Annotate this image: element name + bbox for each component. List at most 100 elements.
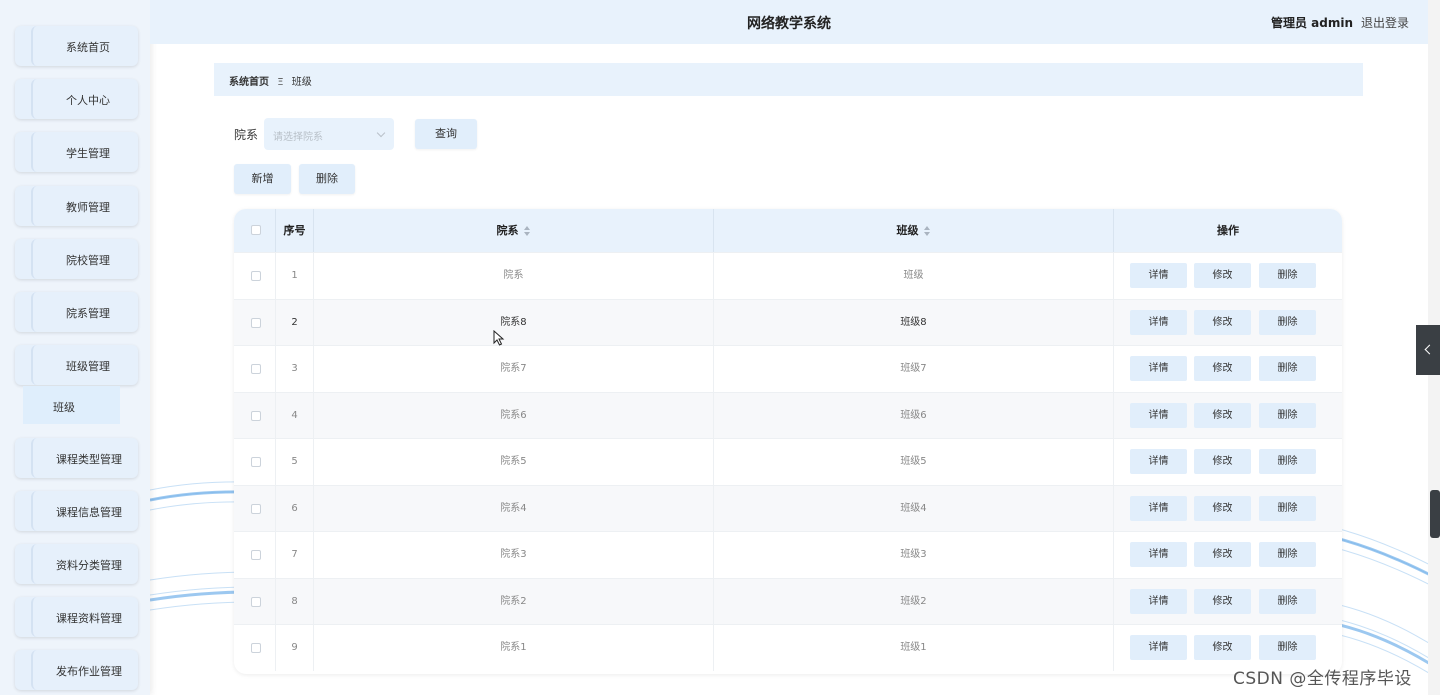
select-all-checkbox[interactable]	[251, 225, 261, 235]
scrollbar-thumb[interactable]	[1430, 490, 1440, 538]
breadcrumb-home[interactable]: 系统首页	[229, 77, 269, 88]
row-class: 班级5	[714, 439, 1114, 485]
row-class: 班级8	[714, 299, 1114, 346]
delete-button[interactable]: 删除	[1259, 495, 1316, 521]
app-title: 网络教学系统	[747, 16, 831, 32]
table-row[interactable]: 5 院系5 班级5 详情 修改 删除	[234, 438, 1342, 485]
detail-button[interactable]: 详情	[1130, 588, 1187, 614]
sidebar-item-departments[interactable]: 院系管理	[15, 292, 138, 332]
sidebar-item-label: 课程信息管理	[56, 506, 122, 519]
detail-button[interactable]: 详情	[1130, 495, 1187, 521]
batch-delete-button[interactable]: 删除	[299, 164, 355, 194]
sidebar-item-teachers[interactable]: 教师管理	[15, 186, 138, 226]
edit-button[interactable]: 修改	[1194, 402, 1251, 428]
collapse-panel-button[interactable]	[1416, 325, 1440, 375]
detail-button[interactable]: 详情	[1130, 635, 1187, 660]
delete-button[interactable]: 删除	[1259, 588, 1316, 614]
header-class-label: 班级	[896, 224, 919, 237]
row-actions: 详情 修改 删除	[1114, 300, 1342, 346]
add-button[interactable]: 新增	[234, 164, 291, 194]
class-table: 序号 院系 班级 操作 1 院系 班级 详情 修改 删除 2 院系8 班级8 详情 修改 删除 3 院系7…	[234, 209, 1342, 674]
sidebar-item-schools[interactable]: 院校管理	[15, 239, 138, 279]
row-checkbox[interactable]	[251, 457, 261, 467]
row-checkbox[interactable]	[251, 364, 261, 374]
sidebar-item-course-materials[interactable]: 课程资料管理	[15, 597, 138, 637]
row-class: 班级2	[714, 578, 1114, 625]
detail-button[interactable]: 详情	[1130, 402, 1187, 428]
table-row[interactable]: 7 院系3 班级3 详情 修改 删除	[234, 531, 1342, 578]
row-checkbox[interactable]	[251, 643, 261, 653]
table-row[interactable]: 1 院系 班级 详情 修改 删除	[234, 252, 1342, 299]
table-row[interactable]: 2 院系8 班级8 详情 修改 删除	[234, 298, 1342, 346]
row-department: 院系3	[314, 532, 714, 578]
logout-button[interactable]: 退出登录	[1361, 14, 1409, 31]
sort-icon[interactable]	[923, 226, 931, 236]
detail-button[interactable]: 详情	[1130, 449, 1187, 474]
table-row[interactable]: 6 院系4 班级4 详情 修改 删除	[234, 484, 1342, 532]
delete-button[interactable]: 删除	[1259, 635, 1316, 660]
edit-button[interactable]: 修改	[1194, 309, 1251, 335]
mouse-cursor-icon	[493, 330, 505, 346]
delete-button[interactable]: 删除	[1259, 263, 1316, 288]
detail-button[interactable]: 详情	[1130, 542, 1187, 567]
sidebar-item-profile[interactable]: 个人中心	[15, 79, 138, 119]
sidebar-item-homework[interactable]: 发布作业管理	[15, 650, 138, 690]
row-select-cell	[234, 346, 276, 392]
edit-button[interactable]: 修改	[1194, 588, 1251, 614]
sort-icon[interactable]	[523, 226, 531, 236]
edit-button[interactable]: 修改	[1194, 495, 1251, 521]
row-class: 班级6	[714, 392, 1114, 439]
sidebar-item-material-categories[interactable]: 资料分类管理	[15, 544, 138, 584]
table-row[interactable]: 8 院系2 班级2 详情 修改 删除	[234, 577, 1342, 625]
sidebar-item-label: 个人中心	[66, 94, 110, 107]
query-button[interactable]: 查询	[415, 119, 477, 149]
sidebar-item-course-types[interactable]: 课程类型管理	[15, 438, 138, 478]
row-class: 班级1	[714, 625, 1114, 671]
row-actions: 详情 修改 删除	[1114, 393, 1342, 439]
delete-button[interactable]: 删除	[1259, 309, 1316, 335]
row-actions: 详情 修改 删除	[1114, 532, 1342, 578]
delete-button[interactable]: 删除	[1259, 542, 1316, 567]
edit-button[interactable]: 修改	[1194, 542, 1251, 567]
row-actions: 详情 修改 删除	[1114, 579, 1342, 625]
edit-button[interactable]: 修改	[1194, 449, 1251, 474]
sidebar-item-classes[interactable]: 班级管理	[15, 345, 138, 385]
department-select[interactable]: 请选择院系	[264, 118, 394, 150]
row-actions: 详情 修改 删除	[1114, 486, 1342, 532]
delete-button[interactable]: 删除	[1259, 356, 1316, 381]
row-index: 8	[276, 578, 314, 625]
detail-button[interactable]: 详情	[1130, 309, 1187, 335]
detail-button[interactable]: 详情	[1130, 356, 1187, 381]
row-class: 班级3	[714, 532, 1114, 578]
row-checkbox[interactable]	[251, 596, 261, 607]
delete-button[interactable]: 删除	[1259, 402, 1316, 428]
row-department: 院系5	[314, 439, 714, 485]
sidebar-item-label: 课程类型管理	[56, 453, 122, 466]
sidebar-item-students[interactable]: 学生管理	[15, 132, 138, 172]
row-checkbox[interactable]	[251, 317, 261, 328]
row-department: 院系2	[314, 578, 714, 625]
delete-button[interactable]: 删除	[1259, 449, 1316, 474]
row-checkbox[interactable]	[251, 503, 261, 514]
edit-button[interactable]: 修改	[1194, 263, 1251, 288]
table-row[interactable]: 4 院系6 班级6 详情 修改 删除	[234, 391, 1342, 439]
breadcrumb-current: 班级	[291, 77, 312, 88]
row-checkbox[interactable]	[251, 550, 261, 560]
detail-button[interactable]: 详情	[1130, 263, 1187, 288]
row-select-cell	[234, 439, 276, 485]
row-index: 7	[276, 532, 314, 578]
table-row[interactable]: 9 院系1 班级1 详情 修改 删除	[234, 624, 1342, 671]
row-select-cell	[234, 578, 276, 625]
edit-button[interactable]: 修改	[1194, 356, 1251, 381]
header-class[interactable]: 班级	[714, 209, 1114, 252]
row-select-cell	[234, 625, 276, 671]
sidebar-subitem-class[interactable]: 班级	[23, 386, 120, 424]
row-actions: 详情 修改 删除	[1114, 253, 1342, 299]
table-row[interactable]: 3 院系7 班级7 详情 修改 删除	[234, 345, 1342, 392]
sidebar-item-home[interactable]: 系统首页	[15, 26, 138, 66]
header-department[interactable]: 院系	[314, 209, 714, 252]
row-checkbox[interactable]	[251, 410, 261, 421]
edit-button[interactable]: 修改	[1194, 635, 1251, 660]
row-checkbox[interactable]	[251, 271, 261, 281]
sidebar-item-course-info[interactable]: 课程信息管理	[15, 491, 138, 531]
